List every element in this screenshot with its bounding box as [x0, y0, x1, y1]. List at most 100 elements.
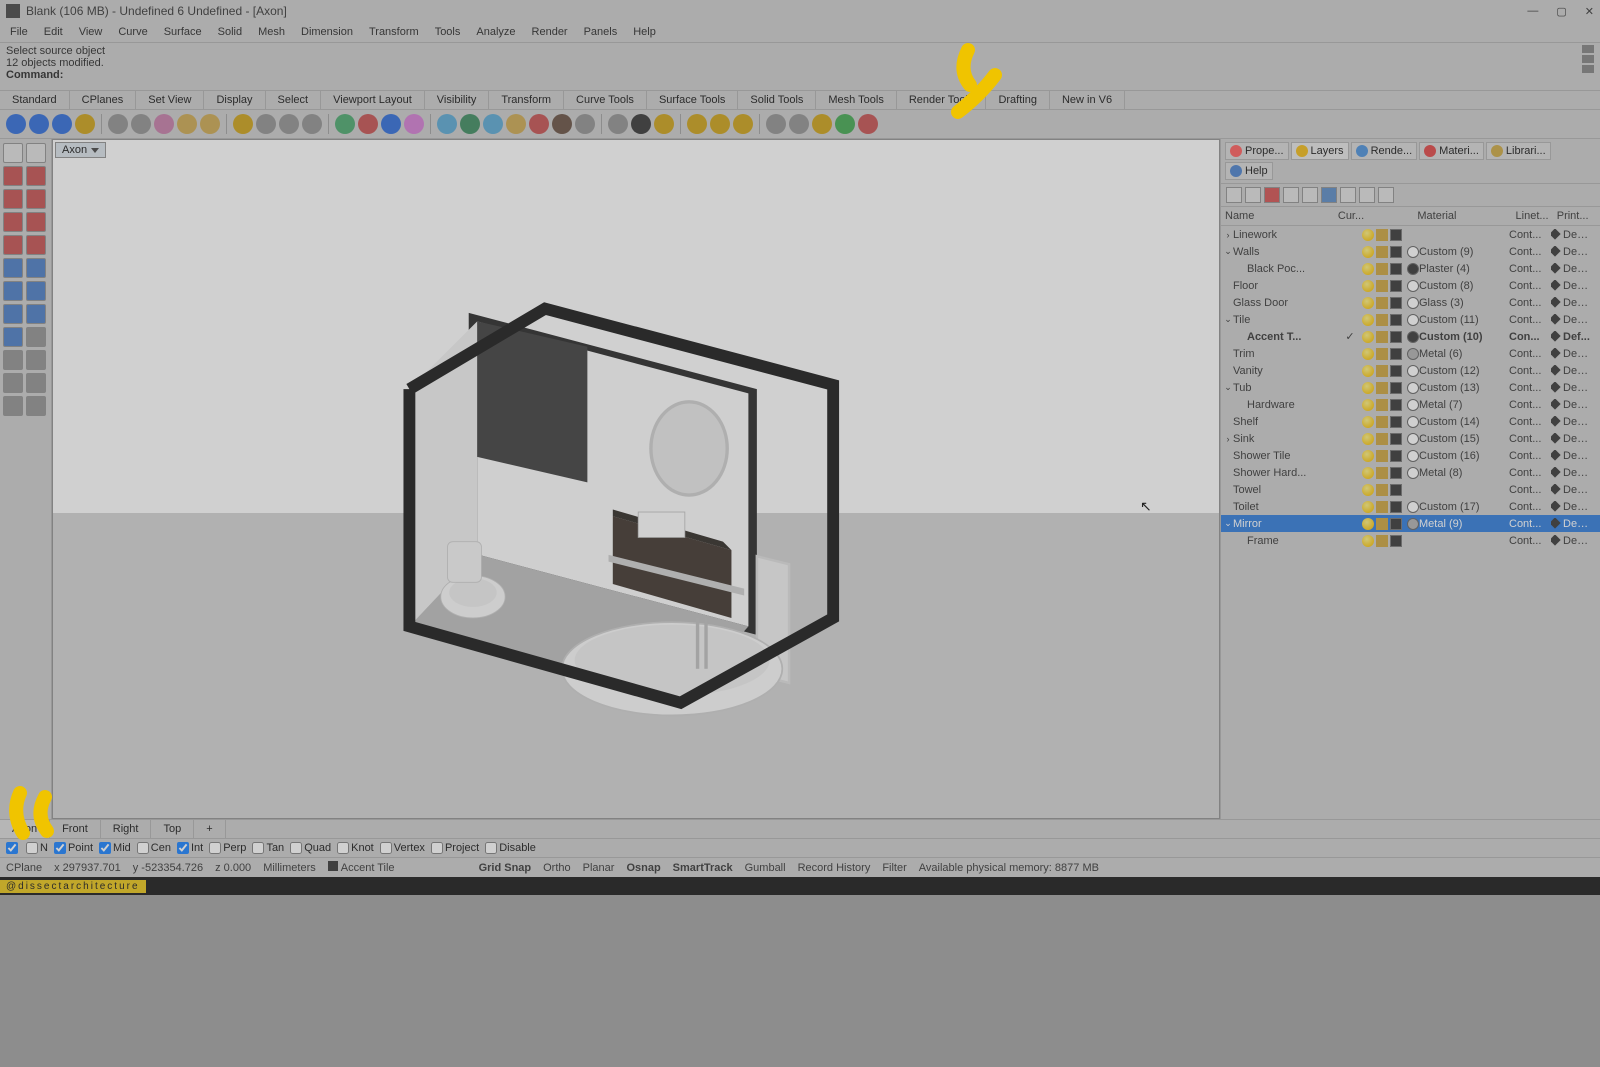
toolbar-icon[interactable]: [766, 114, 786, 134]
menu-transform[interactable]: Transform: [363, 24, 425, 40]
layer-print[interactable]: Defa...: [1551, 365, 1591, 377]
visibility-icon[interactable]: [1362, 467, 1374, 479]
visibility-icon[interactable]: [1362, 416, 1374, 428]
menu-mesh[interactable]: Mesh: [252, 24, 291, 40]
layer-tool-filter-icon[interactable]: [1321, 187, 1337, 203]
toolbar-icon[interactable]: [483, 114, 503, 134]
color-swatch[interactable]: [1390, 331, 1402, 343]
layer-material[interactable]: Custom (17): [1419, 501, 1509, 513]
toolbar-icon[interactable]: [529, 114, 549, 134]
command-options-icon[interactable]: [1582, 55, 1594, 63]
lock-icon[interactable]: [1376, 399, 1388, 411]
lock-icon[interactable]: [1376, 484, 1388, 496]
menu-surface[interactable]: Surface: [158, 24, 208, 40]
layer-print[interactable]: Defa...: [1551, 535, 1591, 547]
layer-row[interactable]: FrameCont...Defa...: [1221, 532, 1600, 549]
layer-name[interactable]: Glass Door: [1233, 297, 1338, 309]
layer-tool-help-icon[interactable]: [1378, 187, 1394, 203]
menu-analyze[interactable]: Analyze: [470, 24, 521, 40]
panel-tab-rende[interactable]: Rende...: [1351, 142, 1418, 160]
layer-linetype[interactable]: Cont...: [1509, 297, 1551, 309]
close-button[interactable]: ✕: [1585, 5, 1594, 18]
col-material[interactable]: Material: [1417, 210, 1515, 222]
toolbar-icon[interactable]: [835, 114, 855, 134]
layer-tool-tools-icon[interactable]: [1359, 187, 1375, 203]
layer-row[interactable]: ⌄MirrorMetal (9)Cont...Defa...: [1221, 515, 1600, 532]
status-item[interactable]: Record History: [798, 862, 871, 874]
layer-linetype[interactable]: Cont...: [1509, 416, 1551, 428]
layer-row[interactable]: ⌄WallsCustom (9)Cont...Defa...: [1221, 243, 1600, 260]
layer-name[interactable]: Towel: [1233, 484, 1338, 496]
toolbar-icon[interactable]: [552, 114, 572, 134]
viewport[interactable]: Axon: [52, 139, 1220, 819]
layer-material[interactable]: Custom (12): [1419, 365, 1509, 377]
toolbar-icon[interactable]: [75, 114, 95, 134]
color-swatch[interactable]: [1390, 246, 1402, 258]
lock-icon[interactable]: [1376, 382, 1388, 394]
toolbar-icon[interactable]: [631, 114, 651, 134]
tool-icon[interactable]: [3, 304, 23, 324]
viewport-tab[interactable]: Front: [50, 820, 101, 838]
osnap-n[interactable]: N: [26, 842, 48, 854]
layer-material[interactable]: Custom (10): [1419, 331, 1509, 343]
toolbar-icon[interactable]: [256, 114, 276, 134]
col-print[interactable]: Print...: [1557, 210, 1596, 222]
layer-linetype[interactable]: Cont...: [1509, 433, 1551, 445]
layer-print[interactable]: Defa...: [1551, 297, 1591, 309]
layer-tool-delete-icon[interactable]: [1264, 187, 1280, 203]
layer-tool-new-sub-icon[interactable]: [1245, 187, 1261, 203]
toolbar-icon[interactable]: [154, 114, 174, 134]
layer-linetype[interactable]: Cont...: [1509, 535, 1551, 547]
panel-tab-prope[interactable]: Prope...: [1225, 142, 1289, 160]
tool-icon[interactable]: [26, 143, 46, 163]
layer-name[interactable]: Accent T...: [1233, 331, 1338, 343]
status-item[interactable]: x 297937.701: [54, 862, 121, 874]
menu-render[interactable]: Render: [526, 24, 574, 40]
layer-row[interactable]: TrimMetal (6)Cont...Defa...: [1221, 345, 1600, 362]
layer-current[interactable]: ✓: [1338, 330, 1362, 343]
layer-print[interactable]: Defa...: [1551, 399, 1591, 411]
layer-tool-new-icon[interactable]: [1226, 187, 1242, 203]
visibility-icon[interactable]: [1362, 365, 1374, 377]
layer-linetype[interactable]: Cont...: [1509, 263, 1551, 275]
status-item[interactable]: z 0.000: [215, 862, 251, 874]
layer-material[interactable]: Metal (6): [1419, 348, 1509, 360]
viewport-tab[interactable]: Right: [101, 820, 152, 838]
color-swatch[interactable]: [1390, 416, 1402, 428]
layer-row[interactable]: ⌄TubCustom (13)Cont...Defa...: [1221, 379, 1600, 396]
tool-icon[interactable]: [26, 212, 46, 232]
layer-print[interactable]: Defa...: [1551, 314, 1591, 326]
visibility-icon[interactable]: [1362, 263, 1374, 275]
color-swatch[interactable]: [1390, 518, 1402, 530]
color-swatch[interactable]: [1390, 382, 1402, 394]
color-swatch[interactable]: [1390, 348, 1402, 360]
toolbar-icon[interactable]: [29, 114, 49, 134]
expand-icon[interactable]: ⌄: [1223, 246, 1233, 257]
command-area[interactable]: Select source object 12 objects modified…: [0, 42, 1600, 90]
toolbar-icon[interactable]: [733, 114, 753, 134]
toolbar-tab[interactable]: Surface Tools: [647, 91, 738, 109]
layer-row[interactable]: ›SinkCustom (15)Cont...Defa...: [1221, 430, 1600, 447]
layer-name[interactable]: Linework: [1233, 229, 1338, 241]
panel-tab-help[interactable]: Help: [1225, 162, 1273, 180]
layer-row[interactable]: Shower TileCustom (16)Cont...Defa...: [1221, 447, 1600, 464]
status-item[interactable]: CPlane: [6, 862, 42, 874]
visibility-icon[interactable]: [1362, 280, 1374, 292]
layer-row[interactable]: Accent T...✓Custom (10)Con...Def...: [1221, 328, 1600, 345]
layer-linetype[interactable]: Cont...: [1509, 365, 1551, 377]
toolbar-icon[interactable]: [687, 114, 707, 134]
color-swatch[interactable]: [1390, 467, 1402, 479]
status-item[interactable]: Grid Snap: [479, 862, 532, 874]
visibility-icon[interactable]: [1362, 450, 1374, 462]
expand-icon[interactable]: ›: [1223, 434, 1233, 444]
osnap-cen[interactable]: Cen: [137, 842, 171, 854]
color-swatch[interactable]: [1390, 314, 1402, 326]
toolbar-tab[interactable]: Mesh Tools: [816, 91, 896, 109]
visibility-icon[interactable]: [1362, 501, 1374, 513]
layer-print[interactable]: Defa...: [1551, 484, 1591, 496]
status-item[interactable]: Filter: [882, 862, 906, 874]
expand-icon[interactable]: ›: [1223, 230, 1233, 240]
status-item[interactable]: Ortho: [543, 862, 571, 874]
toolbar-icon[interactable]: [381, 114, 401, 134]
layer-print[interactable]: Defa...: [1551, 229, 1591, 241]
